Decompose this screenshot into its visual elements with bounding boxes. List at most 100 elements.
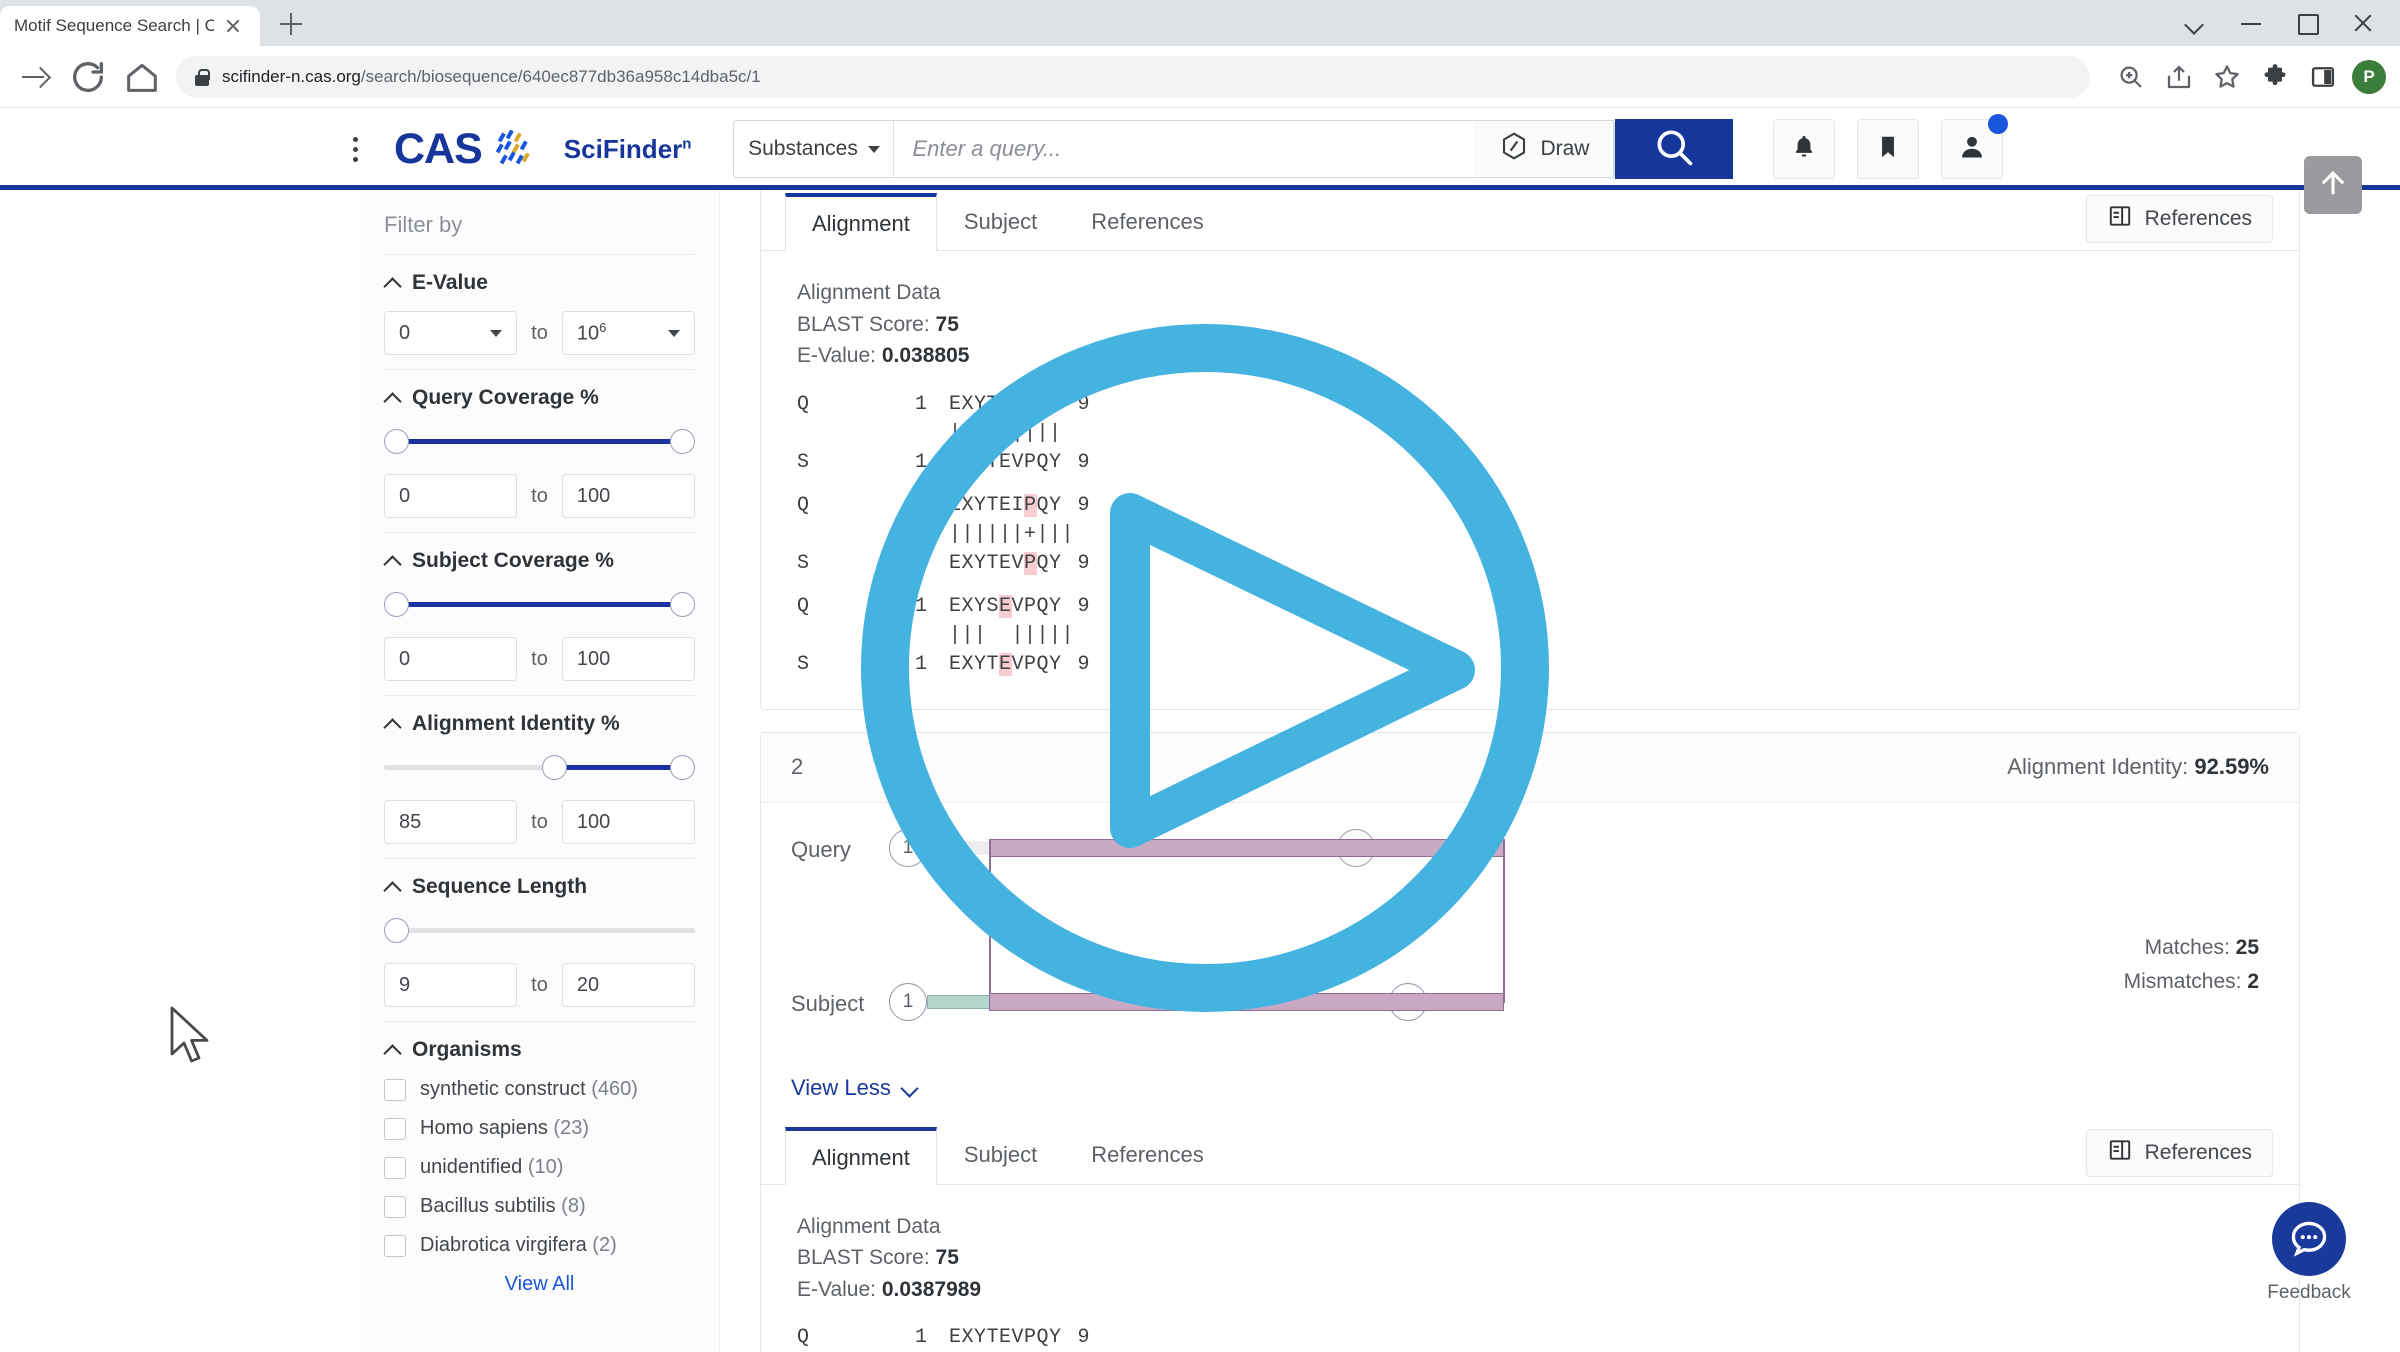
browser-profile-avatar[interactable]: P — [2352, 59, 2386, 94]
query-start-marker: 1 — [889, 828, 927, 867]
browser-tab[interactable]: Motif Sequence Search | CAS SciF — [0, 6, 260, 46]
sequence-length-min-input[interactable]: 9 — [384, 963, 518, 1007]
filter-header-alignment-identity[interactable]: Alignment Identity % — [384, 712, 695, 736]
reload-icon[interactable] — [68, 57, 108, 97]
address-bar[interactable]: scifinder-n.cas.org/search/biosequence/6… — [176, 55, 2090, 98]
sequence-start: 1 — [914, 594, 927, 618]
filter-header-organisms[interactable]: Organisms — [384, 1038, 695, 1062]
filter-label-sequence-length: Sequence Length — [412, 875, 588, 898]
evalue-min-select[interactable]: 0 — [384, 311, 518, 355]
query-coverage-max-input[interactable]: 100 — [561, 474, 695, 518]
checkbox[interactable] — [384, 1195, 406, 1218]
organism-option[interactable]: Diabrotica virgifera (2) — [384, 1234, 695, 1257]
maximize-icon[interactable] — [2296, 12, 2319, 35]
organism-option[interactable]: synthetic construct (460) — [384, 1078, 695, 1101]
subject-coverage-min-input[interactable]: 0 — [384, 637, 518, 681]
organism-option[interactable]: Bacillus subtilis (8) — [384, 1195, 695, 1218]
search-input[interactable] — [894, 121, 1475, 177]
references-button[interactable]: References — [2085, 195, 2273, 243]
tab-alignment[interactable]: Alignment — [785, 1126, 937, 1185]
view-less-label: View Less — [791, 1074, 891, 1100]
draw-button[interactable]: Draw — [1474, 120, 1615, 178]
sequence-length-range-row: 9 to 20 — [384, 963, 695, 1007]
tab-references[interactable]: References — [1064, 1126, 1231, 1184]
filter-header-sequence-length[interactable]: Sequence Length — [384, 875, 695, 899]
forward-icon[interactable] — [14, 57, 54, 97]
result-one-tabs: Alignment Subject References References — [761, 190, 2299, 251]
sequence-end: 9 — [1077, 551, 1090, 575]
checkbox[interactable] — [384, 1078, 406, 1101]
scroll-to-top-button[interactable] — [2304, 156, 2362, 214]
user-icon — [1958, 133, 1986, 166]
share-icon[interactable] — [2160, 58, 2198, 96]
checkbox[interactable] — [384, 1234, 406, 1257]
view-all-organisms-link[interactable]: View All — [384, 1273, 695, 1296]
new-tab-button[interactable] — [270, 3, 312, 45]
organism-label: Homo sapiens (23) — [420, 1117, 589, 1139]
lock-icon — [194, 67, 210, 87]
alignment-identity-min-input[interactable]: 85 — [384, 800, 518, 844]
slider-thumb-max[interactable] — [670, 429, 695, 454]
organism-label: Bacillus subtilis (8) — [420, 1195, 586, 1217]
sequence-length-slider[interactable] — [384, 915, 695, 945]
slider-thumb-max[interactable] — [670, 592, 695, 617]
organism-option[interactable]: unidentified (10) — [384, 1156, 695, 1179]
sequence-match-bars: ||||||+||| — [949, 522, 1075, 546]
mismatch-highlight: P — [1024, 551, 1037, 575]
slider-thumb-min[interactable] — [384, 592, 409, 617]
url-host: scifinder-n.cas.org — [222, 66, 361, 86]
filter-header-query-coverage[interactable]: Query Coverage % — [384, 386, 695, 410]
zoom-icon[interactable] — [2112, 58, 2150, 96]
home-icon[interactable] — [122, 57, 162, 97]
alignment-identity-slider[interactable] — [384, 752, 695, 782]
filter-header-evalue[interactable]: E-Value — [384, 271, 695, 295]
chevron-up-icon — [384, 553, 400, 569]
close-icon[interactable] — [222, 15, 244, 37]
arrow-up-icon — [2316, 166, 2350, 205]
organism-option[interactable]: Homo sapiens (23) — [384, 1117, 695, 1140]
extensions-icon[interactable] — [2256, 58, 2294, 96]
evalue-max-select[interactable]: 106 — [561, 311, 695, 355]
sequence-length-max-input[interactable]: 20 — [561, 963, 695, 1007]
view-less-toggle[interactable]: View Less — [761, 1063, 2299, 1119]
blast-score-line: BLAST Score: 75 — [797, 1246, 959, 1269]
feedback-button[interactable]: Feedback — [2254, 1202, 2364, 1304]
slider-thumb-min[interactable] — [384, 429, 409, 454]
filter-sidebar: Filter by E-Value 0 to 106 Query Coverag… — [360, 190, 720, 1352]
alignment-identity-max-input[interactable]: 100 — [561, 800, 695, 844]
organism-label: Diabrotica virgifera (2) — [420, 1234, 617, 1256]
query-coverage-min-input[interactable]: 0 — [384, 474, 518, 518]
notifications-button[interactable] — [1773, 119, 1836, 179]
checkbox[interactable] — [384, 1156, 406, 1179]
search-submit-button[interactable] — [1615, 119, 1734, 179]
sequence-start: 1 — [914, 551, 927, 575]
slider-thumb-min[interactable] — [384, 918, 409, 943]
query-track-label: Query — [791, 836, 851, 862]
chevron-up-icon — [384, 879, 400, 895]
user-profile-button[interactable] — [1941, 114, 2009, 179]
subject-coverage-max-input[interactable]: 100 — [561, 637, 695, 681]
cas-scifinder-logo[interactable]: CAS SciFindern — [394, 125, 691, 174]
slider-thumb-min[interactable] — [542, 755, 567, 780]
tab-references[interactable]: References — [1064, 192, 1231, 250]
minimize-icon[interactable] — [2240, 12, 2262, 34]
references-button[interactable]: References — [2085, 1128, 2273, 1177]
query-coverage-slider[interactable] — [384, 426, 695, 456]
window-close-icon[interactable] — [2352, 12, 2374, 34]
sidebar-icon[interactable] — [2304, 58, 2342, 96]
menu-kebab-icon[interactable] — [340, 129, 370, 169]
subject-start-marker: 1 — [889, 982, 927, 1021]
chevron-down-icon[interactable] — [2184, 12, 2206, 34]
page-body: Filter by E-Value 0 to 106 Query Coverag… — [0, 190, 2400, 1352]
query-aligned-region — [989, 838, 1504, 857]
checkbox[interactable] — [384, 1117, 406, 1140]
tab-subject[interactable]: Subject — [937, 1126, 1064, 1184]
saved-bookmarks-button[interactable] — [1857, 119, 1920, 179]
subject-coverage-slider[interactable] — [384, 589, 695, 619]
slider-thumb-max[interactable] — [670, 755, 695, 780]
tab-alignment[interactable]: Alignment — [785, 193, 937, 251]
bookmark-star-icon[interactable] — [2208, 58, 2246, 96]
filter-header-subject-coverage[interactable]: Subject Coverage % — [384, 549, 695, 573]
tab-subject[interactable]: Subject — [937, 192, 1064, 250]
search-domain-dropdown[interactable]: Substances — [734, 121, 895, 177]
